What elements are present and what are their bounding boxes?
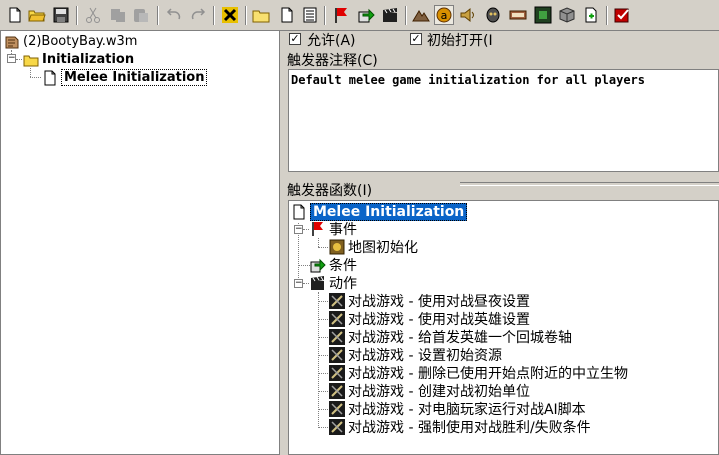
paste-icon[interactable]	[131, 5, 151, 25]
actions-node[interactable]: 动作	[310, 274, 357, 292]
trigger-editor-icon[interactable]: a	[434, 5, 454, 25]
melee-sword-icon	[329, 329, 345, 345]
action-item[interactable]: 对战游戏 - 设置初始资源	[329, 346, 502, 364]
new-comment-icon[interactable]	[300, 5, 320, 25]
comment-header: 触发器注释(C)	[287, 53, 378, 69]
trigger-tree[interactable]: (2)BootyBay.w3m − Initialization Melee I…	[0, 30, 280, 455]
undo-icon[interactable]	[164, 5, 184, 25]
campaign-editor-icon[interactable]	[508, 5, 528, 25]
actions-collapse-toggle[interactable]: −	[294, 279, 303, 288]
melee-sword-icon	[329, 293, 345, 309]
new-condition-icon[interactable]	[356, 5, 376, 25]
action-item-label: 对战游戏 - 使用对战昼夜设置	[348, 294, 530, 310]
new-document-icon[interactable]	[5, 5, 25, 25]
event-item[interactable]: 地图初始化	[329, 238, 418, 256]
map-scroll-icon	[4, 34, 20, 50]
actions-label: 动作	[329, 276, 357, 292]
map-file-name: (2)BootyBay.w3m	[23, 34, 138, 49]
svg-text:a: a	[441, 9, 448, 22]
copy-icon[interactable]	[108, 5, 128, 25]
pane-splitter[interactable]	[460, 182, 719, 186]
action-item[interactable]: 对战游戏 - 对电脑玩家运行对战AI脚本	[329, 400, 586, 418]
action-item[interactable]: 对战游戏 - 给首发英雄一个回城卷轴	[329, 328, 572, 346]
new-trigger-icon[interactable]	[277, 5, 297, 25]
import-manager-icon[interactable]	[581, 5, 601, 25]
event-item-label: 地图初始化	[348, 240, 418, 256]
collapse-toggle[interactable]: −	[7, 54, 16, 63]
action-item[interactable]: 对战游戏 - 使用对战英雄设置	[329, 310, 530, 328]
action-item-label: 对战游戏 - 创建对战初始单位	[348, 384, 530, 400]
melee-sword-icon	[329, 419, 345, 435]
enabled-label: 允许(A)	[307, 33, 356, 49]
redo-icon[interactable]	[188, 5, 208, 25]
folder-open-icon	[23, 52, 39, 68]
terrain-editor-icon[interactable]	[411, 5, 431, 25]
test-map-icon[interactable]	[612, 5, 632, 25]
initially-on-checkbox[interactable]: ✓	[410, 33, 422, 45]
map-init-icon	[329, 239, 345, 255]
action-item-label: 对战游戏 - 强制使用对战胜利/失败条件	[348, 420, 591, 436]
toolbar: a	[0, 0, 719, 31]
melee-sword-icon	[329, 365, 345, 381]
save-icon[interactable]	[51, 5, 71, 25]
tree-node-map[interactable]: (2)BootyBay.w3m	[4, 33, 137, 50]
ai-editor-icon[interactable]	[533, 5, 553, 25]
melee-sword-icon	[329, 311, 345, 327]
tree-node-category[interactable]: Initialization	[23, 51, 134, 68]
action-item-label: 对战游戏 - 使用对战英雄设置	[348, 312, 530, 328]
object-manager-icon[interactable]	[557, 5, 577, 25]
delete-x-icon[interactable]	[220, 5, 240, 25]
function-root[interactable]: Melee Initialization	[291, 203, 468, 221]
tree-node-trigger[interactable]: Melee Initialization	[42, 69, 208, 86]
melee-sword-icon	[329, 383, 345, 399]
trigger-label: Melee Initialization	[61, 69, 208, 86]
conditions-node[interactable]: 条件	[310, 256, 357, 274]
trigger-document-icon	[42, 70, 58, 86]
comment-text: Default melee game initialization for al…	[291, 73, 646, 87]
events-node[interactable]: 事件	[310, 220, 357, 238]
melee-sword-icon	[329, 401, 345, 417]
cut-icon[interactable]	[83, 5, 103, 25]
action-item-label: 对战游戏 - 给首发英雄一个回城卷轴	[348, 330, 572, 346]
new-category-icon[interactable]	[251, 5, 271, 25]
melee-sword-icon	[329, 347, 345, 363]
sound-editor-icon[interactable]	[458, 5, 478, 25]
action-item[interactable]: 对战游戏 - 删除已使用开始点附近的中立生物	[329, 364, 628, 382]
functions-header: 触发器函数(I)	[287, 183, 373, 199]
conditions-label: 条件	[329, 258, 357, 274]
condition-icon	[310, 257, 326, 273]
action-item[interactable]: 对战游戏 - 创建对战初始单位	[329, 382, 530, 400]
functions-tree[interactable]: Melee Initialization − 事件 地图初始化 条件 − 动作 …	[288, 200, 719, 455]
action-item-label: 对战游戏 - 设置初始资源	[348, 348, 502, 364]
action-item-label: 对战游戏 - 删除已使用开始点附近的中立生物	[348, 366, 628, 382]
action-item[interactable]: 对战游戏 - 强制使用对战胜利/失败条件	[329, 418, 591, 436]
action-item[interactable]: 对战游戏 - 使用对战昼夜设置	[329, 292, 530, 310]
action-item-label: 对战游戏 - 对电脑玩家运行对战AI脚本	[348, 402, 586, 418]
initially-on-label: 初始打开(I	[427, 33, 493, 49]
new-event-flag-icon[interactable]	[331, 5, 351, 25]
event-flag-icon	[310, 221, 326, 237]
enabled-checkbox[interactable]: ✓	[289, 33, 301, 45]
events-label: 事件	[329, 222, 357, 238]
trigger-document-icon	[291, 204, 307, 220]
comment-textarea[interactable]: Default melee game initialization for al…	[288, 69, 719, 172]
object-editor-icon[interactable]	[483, 5, 503, 25]
action-clapper-icon	[310, 275, 326, 291]
new-action-icon[interactable]	[380, 5, 400, 25]
events-collapse-toggle[interactable]: −	[294, 225, 303, 234]
open-folder-icon[interactable]	[27, 5, 47, 25]
category-label: Initialization	[42, 52, 135, 67]
